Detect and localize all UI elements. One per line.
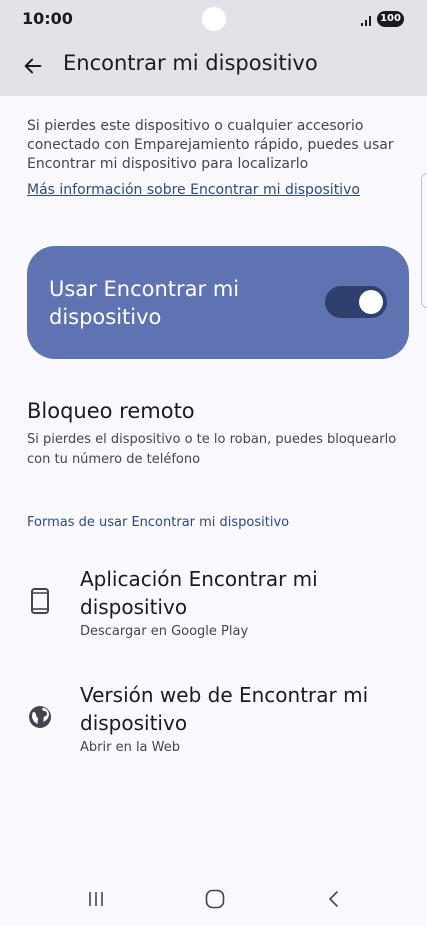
- option-title: Aplicación Encontrar mi dispositivo: [80, 567, 318, 619]
- use-find-my-device-toggle-card[interactable]: Usar Encontrar mi dispositivo: [27, 246, 409, 359]
- more-info-link[interactable]: Más información sobre Encontrar mi dispo…: [27, 182, 360, 198]
- remote-lock-description: Si pierdes el dispositivo o te lo roban,…: [27, 432, 397, 467]
- navigation-bar: [0, 872, 427, 926]
- option-web[interactable]: Versión web de Encontrar mi dispositivo …: [0, 676, 427, 776]
- page-title: Encontrar mi dispositivo: [63, 51, 318, 75]
- phone-icon: [27, 588, 53, 614]
- signal-icon: [360, 12, 374, 26]
- app-bar: Encontrar mi dispositivo: [0, 38, 427, 96]
- option-subtitle: Descargar en Google Play: [80, 624, 249, 639]
- home-icon[interactable]: [203, 887, 227, 911]
- option-title: Versión web de Encontrar mi dispositivo: [80, 683, 369, 735]
- status-bar: 10:00 100: [0, 0, 427, 38]
- remote-lock-title: Bloqueo remoto: [27, 399, 195, 423]
- camera-cutout: [202, 7, 226, 31]
- arrow-left-icon[interactable]: [18, 51, 48, 81]
- toggle-knob: [359, 290, 383, 314]
- recents-icon[interactable]: [84, 887, 108, 911]
- option-app[interactable]: Aplicación Encontrar mi dispositivo Desc…: [0, 560, 427, 660]
- scroll-indicator: [421, 173, 427, 308]
- toggle-switch[interactable]: [325, 286, 387, 318]
- status-time: 10:00: [22, 9, 73, 28]
- battery-icon: 100: [377, 11, 404, 27]
- intro-text: Si pierdes este dispositivo o cualquier …: [27, 118, 394, 172]
- option-subtitle: Abrir en la Web: [80, 740, 181, 755]
- section-header: Formas de usar Encontrar mi dispositivo: [27, 515, 290, 530]
- toggle-label: Usar Encontrar mi dispositivo: [49, 277, 240, 329]
- globe-icon: [27, 704, 53, 730]
- back-icon[interactable]: [322, 887, 346, 911]
